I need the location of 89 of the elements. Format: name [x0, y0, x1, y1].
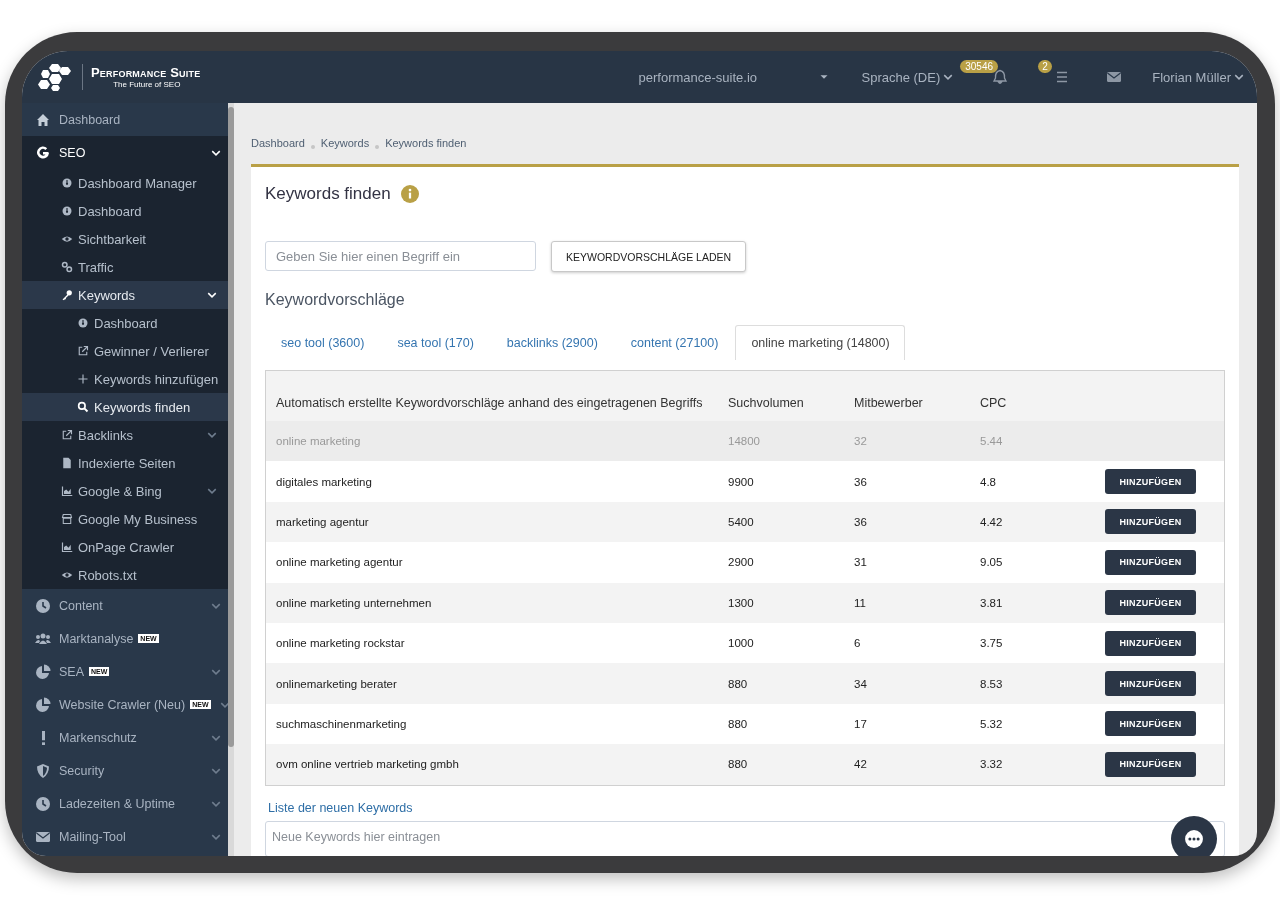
sidebar-item[interactable]: Mailing-Tool [22, 820, 228, 853]
add-button[interactable]: HINZUFÜGEN [1105, 509, 1196, 535]
table-cell-text: 5400 [728, 515, 755, 528]
tab[interactable]: sea tool (170) [381, 325, 489, 360]
column-header: Mitbewerber [854, 395, 924, 412]
table-cell-text: digitales marketing [276, 475, 373, 488]
search-field[interactable]: Geben Sie hier einen Begriff ein [265, 241, 536, 271]
table-cell-text: 36 [854, 515, 868, 528]
table-cell-text: 5.32 [980, 717, 1004, 730]
table-cell-text: 880 [728, 717, 749, 730]
table-cell-text: 11 [854, 596, 867, 609]
table-cell-text: 6 [854, 637, 862, 650]
table-cell-text: 9900 [728, 475, 755, 488]
add-button[interactable]: HINZUFÜGEN [1105, 671, 1196, 697]
table-cell-text: 3.81 [980, 596, 1004, 609]
table-cell-text: 34 [854, 677, 868, 690]
table-cell-text: 8.53 [980, 677, 1004, 690]
sidebar-item[interactable]: Google My Business [22, 505, 228, 533]
column-header: Automatisch erstellte Keywordvorschläge anhand des eingetragenen Begriffs [276, 395, 704, 412]
column-header: Suchvolumen [728, 395, 805, 412]
sidebar-item[interactable]: Gewinner / Verlierer [22, 337, 228, 365]
sidebar-item[interactable]: Dashboard [22, 197, 228, 225]
table-cell-text: 36 [854, 475, 868, 488]
table-cell-text: 1000 [728, 637, 755, 650]
table-cell-text: online marketing agentur [276, 556, 404, 569]
sidebar-item[interactable]: Dashboard [22, 103, 228, 136]
table-cell-text: 9.05 [980, 556, 1004, 569]
keywords-input[interactable]: Neue Keywords hier eintragen [265, 820, 1225, 856]
sidebar-item[interactable]: Sichtbarkeit [22, 225, 228, 253]
sidebar-item[interactable]: Google & Bing [22, 477, 228, 505]
add-button[interactable]: HINZUFÜGEN [1105, 751, 1196, 777]
table-cell-text: 32 [854, 435, 868, 448]
table-cell-text: ovm online vertrieb marketing gmbh [276, 758, 460, 771]
table-cell-text: 880 [728, 677, 749, 690]
table-cell-text: online marketing rockstar [276, 637, 406, 650]
table-cell-text: 31 [854, 556, 868, 569]
task-badge: 2 [1038, 60, 1052, 73]
sidebar-item[interactable]: OnPage Crawler [22, 533, 228, 561]
table-cell-text: 42 [854, 758, 868, 771]
add-button[interactable]: HINZUFÜGEN [1105, 590, 1196, 616]
sidebar-item[interactable]: Dashboard [22, 309, 228, 337]
table-cell-text: 5.44 [980, 435, 1004, 448]
column-header: CPC [980, 395, 1008, 412]
user-menu[interactable]: Florian Müller [1152, 69, 1245, 85]
section-title: Keywordvorschläge [265, 291, 406, 309]
table-cell-text: 3.32 [980, 758, 1004, 771]
table-cell-text: 4.42 [980, 515, 1004, 528]
sidebar-item[interactable]: Content [22, 589, 228, 622]
table-cell-text: suchmaschinenmarketing [276, 717, 408, 730]
breadcrumb-link[interactable]: Keywords finden [385, 137, 467, 149]
load-button[interactable]: KEYWORDVORSCHLÄGE LADEN [551, 241, 747, 272]
language-select[interactable]: Sprache (DE) [861, 69, 955, 85]
breadcrumb-link[interactable]: Keywords [320, 137, 370, 149]
add-button[interactable]: HINZUFÜGEN [1105, 549, 1196, 575]
add-button[interactable]: HINZUFÜGEN [1105, 469, 1196, 495]
table-cell-text: online marketing [276, 435, 362, 448]
table-cell-text: 17 [854, 717, 868, 730]
page-title: Keywords finden [265, 184, 391, 204]
sidebar-item[interactable]: SEO [22, 136, 228, 169]
field-label: Liste der neuen Keywords [268, 800, 414, 815]
table-cell-text: marketing agentur [276, 515, 370, 528]
tab[interactable]: backlinks (2900) [490, 325, 613, 360]
breadcrumb-link[interactable]: Dashboard [251, 137, 305, 149]
sidebar-item[interactable]: Robots.txt [22, 561, 228, 589]
table-cell-text: 880 [728, 758, 749, 771]
table-cell-text: 2900 [728, 556, 755, 569]
sidebar-item[interactable]: Indexierte Seiten [22, 449, 228, 477]
table-cell-text: 14800 [728, 435, 761, 448]
logo-tagline: The Future of SEO [113, 80, 181, 89]
add-button[interactable]: HINZUFÜGEN [1105, 630, 1196, 656]
tab[interactable]: online marketing (14800) [735, 325, 905, 360]
sidebar-item[interactable]: Backlinks [22, 421, 228, 449]
table-cell-text: 4.8 [980, 475, 997, 488]
table-cell-text: online marketing unternehmen [276, 596, 433, 609]
table-cell-text: 1300 [728, 596, 755, 609]
sidebar-item[interactable]: Ladezeiten & Uptime [22, 787, 228, 820]
notification-badge: 30546 [960, 60, 999, 73]
tab[interactable]: seo tool (3600) [265, 325, 380, 360]
sidebar-item[interactable]: Traffic [22, 253, 228, 281]
sidebar-item[interactable]: Dashboard Manager [22, 169, 228, 197]
logo-title: Performance Suite [91, 65, 201, 80]
sidebar-item[interactable]: Markenschutz [22, 721, 228, 754]
tab[interactable]: content (27100) [614, 325, 734, 360]
sidebar-item[interactable]: Keywords hinzufügen [22, 365, 228, 393]
sidebar-item[interactable]: Security [22, 754, 228, 787]
table-cell-text: 3.75 [980, 637, 1004, 650]
table-cell-text: onlinemarketing berater [276, 677, 398, 690]
add-button[interactable]: HINZUFÜGEN [1105, 711, 1196, 737]
domain-select[interactable]: performance-suite.io [638, 69, 831, 85]
